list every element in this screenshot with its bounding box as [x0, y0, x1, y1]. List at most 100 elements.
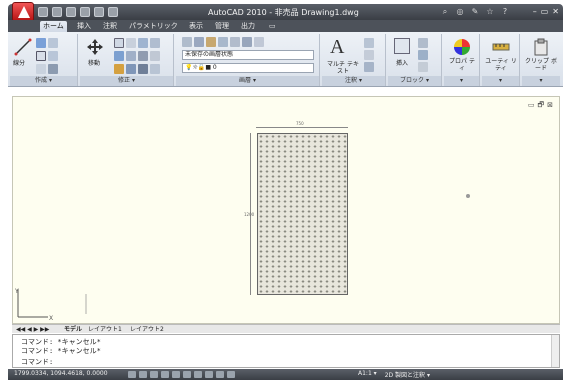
- dyn-icon[interactable]: [205, 371, 213, 378]
- redo-icon[interactable]: [94, 7, 104, 17]
- polar-icon[interactable]: [161, 371, 169, 378]
- restore-button[interactable]: ▭: [541, 6, 549, 17]
- color-wheel-icon[interactable]: [453, 38, 471, 56]
- close-button[interactable]: ✕: [552, 6, 559, 17]
- drawing-minimize-icon[interactable]: ▭: [528, 101, 535, 112]
- measure-icon[interactable]: [492, 38, 510, 56]
- panel-block-label[interactable]: ブロック ▾: [388, 76, 441, 86]
- clipboard-icon[interactable]: [532, 38, 550, 56]
- current-layer-dropdown[interactable]: 💡☼🔓■ 0: [182, 63, 314, 73]
- rectangle-icon[interactable]: [48, 51, 58, 61]
- chamfer-icon[interactable]: [150, 64, 160, 74]
- lineweight-icon[interactable]: [216, 371, 224, 378]
- properties-label: プロパ ティ: [449, 58, 475, 72]
- edit-block-icon[interactable]: [418, 50, 428, 60]
- tab-layout2[interactable]: レイアウト2: [130, 325, 164, 334]
- move-icon[interactable]: [86, 38, 104, 56]
- ribbon-minimize-icon[interactable]: ▭: [266, 21, 279, 32]
- tab-nav-icon[interactable]: ◀◀ ◀ ▶ ▶▶: [16, 325, 49, 334]
- line-label: 線分: [13, 60, 26, 67]
- application-menu-button[interactable]: [12, 2, 34, 22]
- panel-modify-label[interactable]: 修正 ▾: [80, 76, 173, 86]
- trim-icon[interactable]: [126, 38, 136, 48]
- insert-icon[interactable]: [394, 38, 410, 54]
- scale-icon[interactable]: [138, 51, 148, 61]
- table-icon[interactable]: [364, 62, 374, 72]
- panel-draw-label[interactable]: 作成 ▾: [10, 76, 77, 86]
- annotation-scale[interactable]: A1:1 ▾: [358, 370, 377, 379]
- line-icon[interactable]: [14, 38, 32, 56]
- new-icon[interactable]: [38, 7, 48, 17]
- explode-icon[interactable]: [150, 51, 160, 61]
- grid-icon[interactable]: [139, 371, 147, 378]
- tab-annotate[interactable]: 注釈: [100, 21, 120, 32]
- communication-icon[interactable]: ✎: [470, 6, 480, 17]
- open-icon[interactable]: [52, 7, 62, 17]
- layer-freeze-icon[interactable]: [206, 37, 216, 47]
- arc-icon[interactable]: [48, 38, 58, 48]
- undo-icon[interactable]: [80, 7, 90, 17]
- coordinates-readout[interactable]: 1799.0334, 1094.4618, 0.0000: [14, 370, 108, 377]
- layer-properties-icon[interactable]: [182, 37, 192, 47]
- tab-home[interactable]: ホーム: [40, 21, 67, 32]
- panel-annotation-label[interactable]: 注釈 ▾: [322, 76, 385, 86]
- workspace-switcher[interactable]: 2D 製図と注釈 ▾: [385, 370, 430, 379]
- layer-previous-icon[interactable]: [242, 37, 252, 47]
- leader-icon[interactable]: [364, 50, 374, 60]
- osnap-icon[interactable]: [172, 371, 180, 378]
- ortho-icon[interactable]: [150, 371, 158, 378]
- stretch-icon[interactable]: [126, 51, 136, 61]
- snap-icon[interactable]: [128, 371, 136, 378]
- layer-off-icon[interactable]: [218, 37, 228, 47]
- tab-parametric[interactable]: パラメトリック: [126, 21, 181, 32]
- qp-icon[interactable]: [227, 371, 235, 378]
- minimize-button[interactable]: –: [533, 6, 537, 17]
- tab-view[interactable]: 表示: [186, 21, 206, 32]
- attribute-icon[interactable]: [418, 62, 428, 72]
- grip-point[interactable]: [466, 194, 470, 198]
- ellipse-icon[interactable]: [36, 64, 46, 74]
- layer-isolate-icon[interactable]: [194, 37, 204, 47]
- hatch-icon[interactable]: [48, 64, 58, 74]
- panel-layers-label[interactable]: 画層 ▾: [176, 76, 319, 86]
- tab-manage[interactable]: 管理: [212, 21, 232, 32]
- drawing-close-icon[interactable]: ⊠: [547, 101, 553, 112]
- draw-row-2: [36, 51, 58, 61]
- panel-utilities-label[interactable]: ▾: [482, 76, 519, 86]
- tab-model[interactable]: モデル: [64, 325, 82, 334]
- draw-row-3: [36, 64, 58, 74]
- rotate-icon[interactable]: [114, 38, 124, 48]
- otrack-icon[interactable]: [183, 371, 191, 378]
- ducs-icon[interactable]: [194, 371, 202, 378]
- copy-icon[interactable]: [138, 38, 148, 48]
- mtext-icon[interactable]: A: [330, 36, 344, 59]
- mirror-icon[interactable]: [150, 38, 160, 48]
- save-icon[interactable]: [66, 7, 76, 17]
- command-input[interactable]: コマンド:: [21, 357, 53, 367]
- fillet-icon[interactable]: [114, 51, 124, 61]
- circle-icon[interactable]: [36, 51, 46, 61]
- drawing-restore-icon[interactable]: 🗗: [538, 101, 545, 112]
- panel-properties-label[interactable]: ▾: [444, 76, 479, 86]
- create-block-icon[interactable]: [418, 38, 428, 48]
- layer-match-icon[interactable]: [230, 37, 240, 47]
- polyline-icon[interactable]: [36, 38, 46, 48]
- layer-walk-icon[interactable]: [254, 37, 264, 47]
- layer-state-dropdown[interactable]: 未保存の画層状態: [182, 50, 314, 60]
- tab-output[interactable]: 出力: [238, 21, 258, 32]
- offset-icon[interactable]: [138, 64, 148, 74]
- perforated-panel[interactable]: [257, 133, 348, 295]
- favorites-icon[interactable]: ☆: [485, 6, 495, 17]
- tab-layout1[interactable]: レイアウト1: [88, 325, 122, 334]
- draw-row-1: [36, 38, 58, 48]
- array-icon[interactable]: [126, 64, 136, 74]
- command-scrollbar[interactable]: [551, 335, 559, 367]
- panel-clipboard-label[interactable]: ▾: [522, 76, 560, 86]
- erase-icon[interactable]: [114, 64, 124, 74]
- tab-insert[interactable]: 挿入: [74, 21, 94, 32]
- binoculars-icon[interactable]: ◎: [455, 6, 465, 17]
- print-icon[interactable]: [108, 7, 118, 17]
- search-icon[interactable]: ⌕: [440, 6, 450, 17]
- help-icon[interactable]: ?: [500, 6, 510, 17]
- dimension-icon[interactable]: [364, 38, 374, 48]
